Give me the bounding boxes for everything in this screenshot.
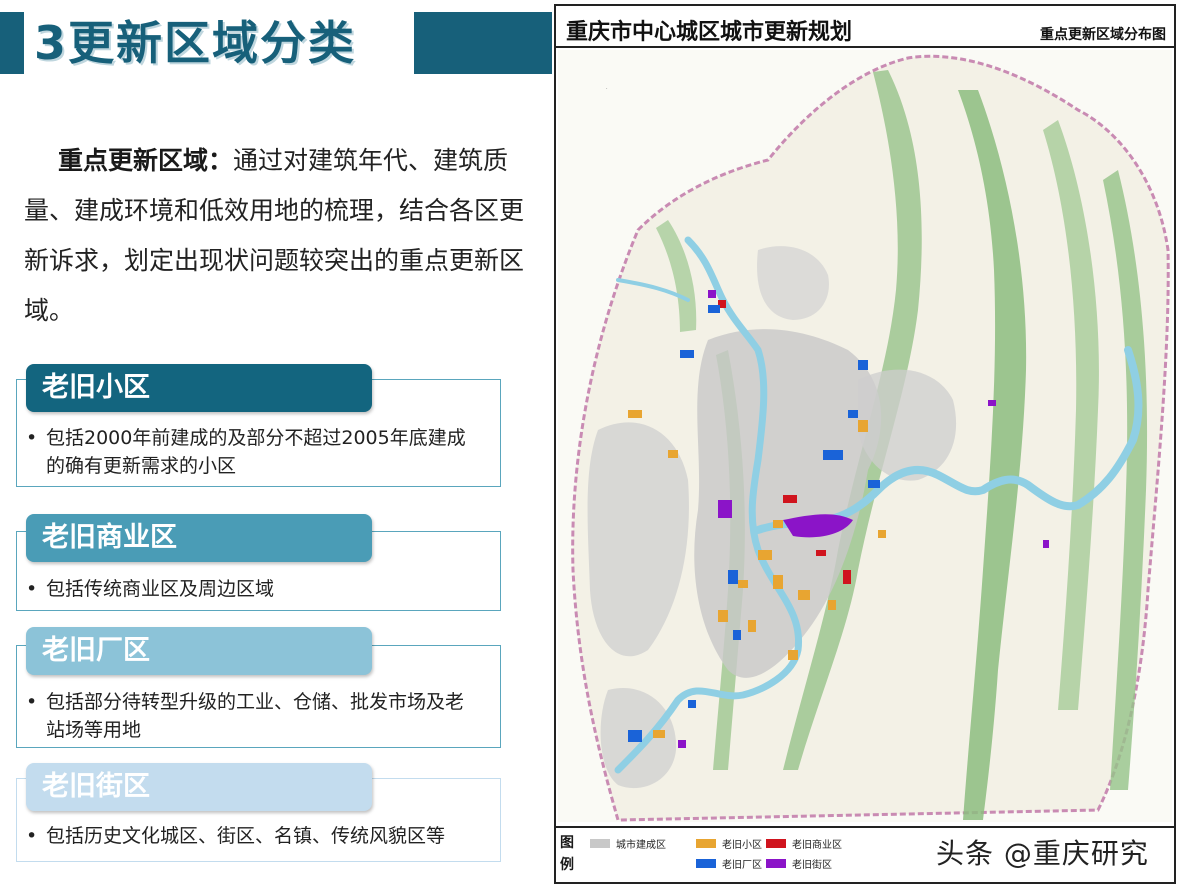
title-right-bar [414, 12, 552, 74]
legend-item-old-block: 老旧街区 [766, 856, 832, 871]
category-label-old-commercial: 老旧商业区 [26, 514, 372, 562]
slide-title: 3更新区域分类 [34, 16, 357, 70]
bullet-icon: • [26, 427, 38, 449]
title-accent-bar [0, 12, 24, 74]
legend-swatch-old-commercial [766, 839, 786, 848]
watermark: 头条 @重庆研究 [936, 837, 1149, 870]
category-desc-old-factory: • 包括部分待转型升级的工业、仓储、批发市场及老站场等用地 [26, 688, 481, 744]
bullet-icon: • [26, 691, 38, 713]
legend-swatch-old-block [766, 859, 786, 868]
category-desc-old-residential: • 包括2000年前建成的及部分不超过2005年底建成的确有更新需求的小区 [26, 424, 481, 480]
map-subtitle: 重点更新区域分布图 [1040, 27, 1166, 43]
category-label-old-residential: 老旧小区 [26, 364, 372, 412]
legend-item-old-residential: 老旧小区 [696, 836, 762, 851]
map-legend: 图例 城市建成区 老旧小区 老旧商业区 老旧厂区 老旧街区 头条 @重庆研究 [556, 826, 1174, 882]
legend-item-old-factory: 老旧厂区 [696, 856, 762, 871]
category-desc-old-block: • 包括历史文化城区、街区、名镇、传统风貌区等 [26, 822, 481, 850]
map-header: 重庆市中心城区城市更新规划 重点更新区域分布图 [556, 6, 1174, 48]
legend-item-builtup: 城市建成区 [590, 836, 666, 851]
map-title: 重庆市中心城区城市更新规划 [566, 20, 853, 45]
map-svg: · [558, 50, 1172, 822]
category-label-old-factory: 老旧厂区 [26, 627, 372, 675]
legend-swatch-builtup [590, 839, 610, 848]
bullet-icon: • [26, 578, 38, 600]
intro-lead: 重点更新区域： [58, 146, 234, 175]
map-panel: 重庆市中心城区城市更新规划 重点更新区域分布图 · 图例 城市建成区 老旧小区 … [554, 4, 1176, 884]
category-desc-old-commercial: • 包括传统商业区及周边区域 [26, 575, 481, 603]
intro-paragraph: 重点更新区域：通过对建筑年代、建筑质量、建成环境和低效用地的梳理，结合各区更新诉… [24, 136, 534, 336]
legend-item-old-commercial: 老旧商业区 [766, 836, 842, 851]
legend-swatch-old-factory [696, 859, 716, 868]
bullet-icon: • [26, 825, 38, 847]
legend-title: 图例 [560, 835, 574, 873]
legend-swatch-old-residential [696, 839, 716, 848]
map-image: · [558, 50, 1172, 822]
category-label-old-block: 老旧街区 [26, 763, 372, 811]
